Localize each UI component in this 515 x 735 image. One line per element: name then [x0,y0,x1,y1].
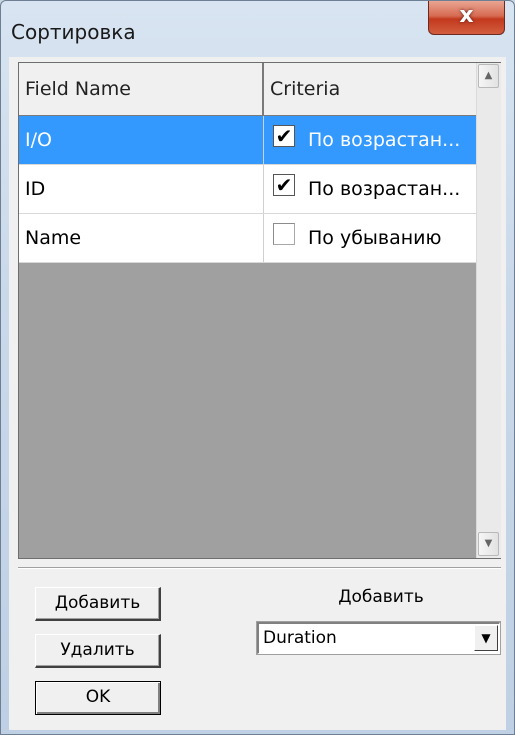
criteria-checkbox[interactable]: ✔ [273,125,295,147]
column-header-field-name[interactable]: Field Name [19,63,264,115]
field-name-cell[interactable]: ID [19,165,264,213]
chevron-down-icon[interactable]: ▼ [474,625,498,651]
table-row[interactable]: ID ✔ По возрастан... [19,165,476,214]
field-name-cell[interactable]: Name [19,214,264,262]
criteria-cell[interactable]: По убыванию [264,214,476,262]
criteria-text: По убыванию [308,227,442,249]
title-bar[interactable]: Сортировка x [1,1,514,57]
scroll-down-icon[interactable]: ▼ [478,532,499,556]
add-button[interactable]: Добавить [35,587,161,621]
criteria-cell[interactable]: ✔ По возрастан... [264,116,476,164]
criteria-checkbox[interactable]: ✔ [273,174,295,196]
ok-button[interactable]: OK [35,681,161,715]
sort-dialog-window: Сортировка x Field Name Criteria I/O ✔ П… [0,0,515,735]
criteria-checkbox[interactable] [273,223,295,245]
table-row[interactable]: Name По убыванию [19,214,476,263]
close-icon: x [459,3,474,28]
remove-button[interactable]: Удалить [35,634,161,668]
grid-header: Field Name Criteria [19,63,476,116]
table-row[interactable]: I/O ✔ По возрастан... [19,116,476,165]
separator-line [18,567,501,569]
column-header-criteria[interactable]: Criteria [264,63,476,115]
window-title: Сортировка [11,20,136,44]
field-name-cell[interactable]: I/O [19,116,264,164]
field-select-dropdown[interactable]: Duration ▼ [257,622,500,654]
close-button[interactable]: x [428,1,505,35]
vertical-scrollbar[interactable]: ▲ ▼ [476,63,501,558]
dropdown-value: Duration [263,628,337,648]
scroll-up-icon[interactable]: ▲ [478,64,499,88]
criteria-text: По возрастан... [308,178,461,200]
add-field-label: Добавить [338,587,424,607]
criteria-text: По возрастан... [308,129,461,151]
sort-fields-grid[interactable]: Field Name Criteria I/O ✔ По возрастан..… [18,62,501,559]
criteria-cell[interactable]: ✔ По возрастан... [264,165,476,213]
